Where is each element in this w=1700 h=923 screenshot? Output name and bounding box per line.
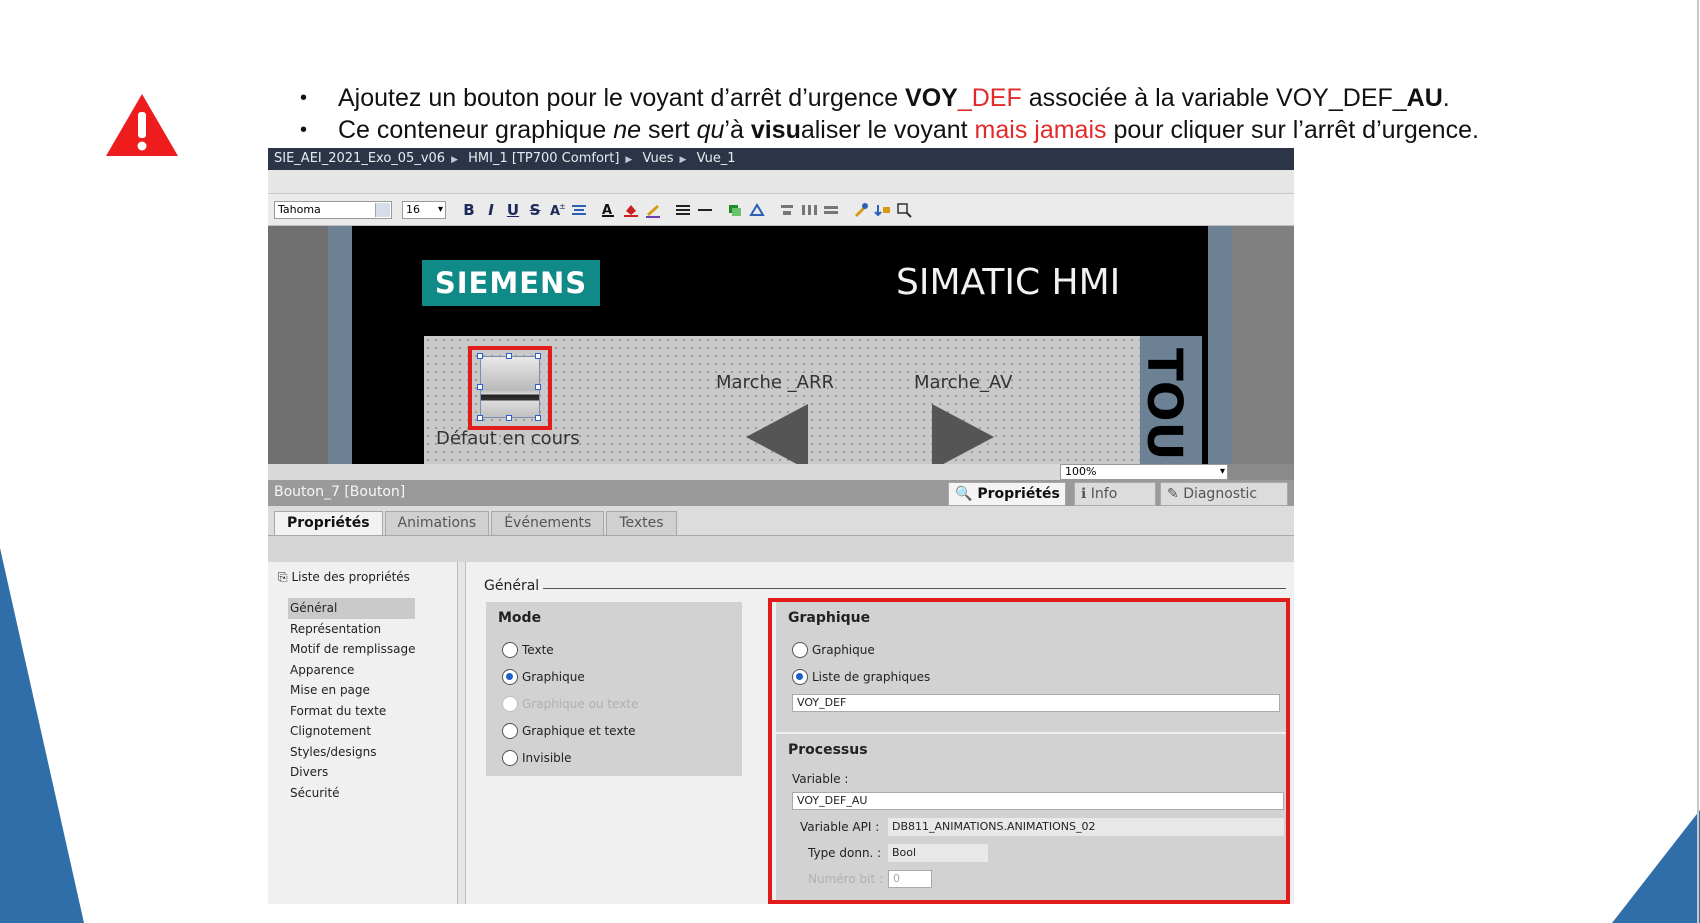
zoom-select-icon[interactable] <box>896 202 914 218</box>
resize-handle[interactable] <box>477 415 483 421</box>
property-styles[interactable]: Styles/designs <box>288 742 415 763</box>
instruction-2: Ce conteneur graphique ne sert qu’à visu… <box>300 114 1640 146</box>
property-general[interactable]: Général <box>288 598 416 619</box>
diagnostic-icon: ✎ <box>1167 486 1179 502</box>
info-icon: ℹ <box>1081 486 1087 502</box>
breadcrumb-screen[interactable]: Vue_1 <box>697 151 736 166</box>
breadcrumb-arrow-icon: ▶ <box>679 155 687 165</box>
splitter[interactable] <box>458 562 466 904</box>
mode-text-radio[interactable]: Texte <box>502 642 554 658</box>
font-size-select[interactable]: 16 <box>402 200 446 219</box>
mode-graphic-or-text-radio[interactable]: Graphique ou texte <box>502 696 638 712</box>
property-fill-pattern[interactable]: Motif de remplissage <box>288 639 415 660</box>
resize-handle[interactable] <box>506 353 512 359</box>
instruction-list: Ajoutez un bouton pour le voyant d’arrêt… <box>300 82 1640 146</box>
tab-info[interactable]: ℹ Info <box>1074 482 1156 506</box>
arrow-left-icon[interactable] <box>746 404 808 470</box>
slide: Ajoutez un bouton pour le voyant d’arrêt… <box>0 0 1700 923</box>
line-width-icon[interactable] <box>696 202 714 218</box>
strike-button[interactable]: S <box>526 199 544 221</box>
tia-portal-screenshot: SIE_AEI_2021_Exo_05_v06 ▶ HMI_1 [TP700 Co… <box>268 148 1294 904</box>
property-flashing[interactable]: Clignotement <box>288 721 415 742</box>
align-icon[interactable] <box>570 202 588 218</box>
tab-properties-main[interactable]: 🔍 Propriétés <box>948 482 1066 506</box>
resize-handle[interactable] <box>535 415 541 421</box>
mode-graphic-and-text-radio[interactable]: Graphique et texte <box>502 723 636 739</box>
mode-group: Mode Texte Graphique Graphique ou texte … <box>486 602 742 776</box>
editor-tabbar <box>268 170 1294 194</box>
breadcrumb-device[interactable]: HMI_1 [TP700 Comfort] <box>468 151 619 166</box>
tools-icon[interactable] <box>852 202 870 218</box>
properties-icon: 🔍 <box>955 486 973 502</box>
svg-text:±: ± <box>559 202 566 211</box>
breadcrumb-project[interactable]: SIE_AEI_2021_Exo_05_v06 <box>274 151 445 166</box>
underline-button[interactable]: U <box>504 199 522 221</box>
distribute-icon[interactable] <box>800 202 818 218</box>
font-grow-icon[interactable]: A± <box>548 202 566 218</box>
property-misc[interactable]: Divers <box>288 762 415 783</box>
layer-icon[interactable] <box>726 202 744 218</box>
canvas-scrollbar[interactable] <box>268 464 1060 480</box>
selected-object-title: Bouton_7 [Bouton] <box>274 484 406 500</box>
tab-animations[interactable]: Animations <box>384 511 490 535</box>
section-title: Général <box>484 578 544 594</box>
rotate-icon[interactable] <box>748 202 766 218</box>
italic-button[interactable]: I <box>482 199 500 221</box>
resize-handle[interactable] <box>535 353 541 359</box>
resize-handle[interactable] <box>477 353 483 359</box>
bold-button[interactable]: B <box>460 199 478 221</box>
fill-color-icon[interactable] <box>622 202 640 218</box>
property-representation[interactable]: Représentation <box>288 619 415 640</box>
arrow-right-icon[interactable] <box>932 404 994 470</box>
align-objects-icon[interactable] <box>778 202 796 218</box>
forward-label: Marche_AV <box>914 372 1013 393</box>
inspector-body: ⎘ Liste des propriétés Général Représent… <box>268 562 1294 904</box>
instruction-1: Ajoutez un bouton pour le voyant d’arrêt… <box>300 82 1640 114</box>
text-color-icon[interactable]: A <box>600 202 618 218</box>
same-size-icon[interactable] <box>822 202 840 218</box>
mode-invisible-radio[interactable]: Invisible <box>502 750 572 766</box>
tab-events[interactable]: Événements <box>491 511 605 535</box>
breadcrumb-arrow-icon: ▶ <box>625 155 633 165</box>
inspector-tabs: Propriétés Animations Événements Textes <box>268 506 1294 536</box>
line-color-icon[interactable] <box>644 202 662 218</box>
property-appearance[interactable]: Apparence <box>288 660 415 681</box>
default-indicator-button[interactable] <box>480 356 540 418</box>
font-family-select[interactable]: Tahoma <box>274 200 392 219</box>
warning-icon <box>106 94 178 156</box>
siemens-logo: SIEMENS <box>422 260 600 306</box>
property-list-title: ⎘ Liste des propriétés <box>278 570 410 584</box>
tab-diagnostic[interactable]: ✎ Diagnostic <box>1160 482 1288 506</box>
zoom-select[interactable]: 100% <box>1060 464 1228 480</box>
list-icon: ⎘ <box>278 570 288 584</box>
highlight-frame <box>768 598 1290 904</box>
property-security[interactable]: Sécurité <box>288 783 415 804</box>
default-label: Défaut en cours <box>436 428 580 449</box>
sort-icon[interactable] <box>874 202 892 218</box>
breadcrumb-folder[interactable]: Vues <box>642 151 673 166</box>
mode-title: Mode <box>498 610 542 626</box>
property-text-format[interactable]: Format du texte <box>288 701 415 722</box>
reverse-label: Marche _ARR <box>716 372 834 393</box>
format-toolbar: Tahoma 16 B I U S A± A <box>268 194 1294 226</box>
side-panel: TOU <box>1140 336 1202 464</box>
tab-texts[interactable]: Textes <box>606 511 677 535</box>
breadcrumb-arrow-icon: ▶ <box>451 155 458 165</box>
mode-graphic-radio[interactable]: Graphique <box>502 669 585 685</box>
property-list: ⎘ Liste des propriétés Général Représent… <box>268 562 458 904</box>
inspector-header: Bouton_7 [Bouton] 🔍 Propriétés ℹ Info ✎ … <box>268 480 1294 506</box>
resize-handle[interactable] <box>506 415 512 421</box>
tab-properties[interactable]: Propriétés <box>274 511 383 535</box>
breadcrumb: SIE_AEI_2021_Exo_05_v06 ▶ HMI_1 [TP700 Co… <box>268 148 1294 170</box>
resize-handle[interactable] <box>535 384 541 390</box>
property-layout[interactable]: Mise en page <box>288 680 415 701</box>
hmi-editor-canvas[interactable]: SIEMENS SIMATIC HMI TOU Défaut en cours … <box>268 226 1294 480</box>
resize-handle[interactable] <box>477 384 483 390</box>
simatic-hmi-label: SIMATIC HMI <box>896 262 1121 303</box>
line-style-icon[interactable] <box>674 202 692 218</box>
